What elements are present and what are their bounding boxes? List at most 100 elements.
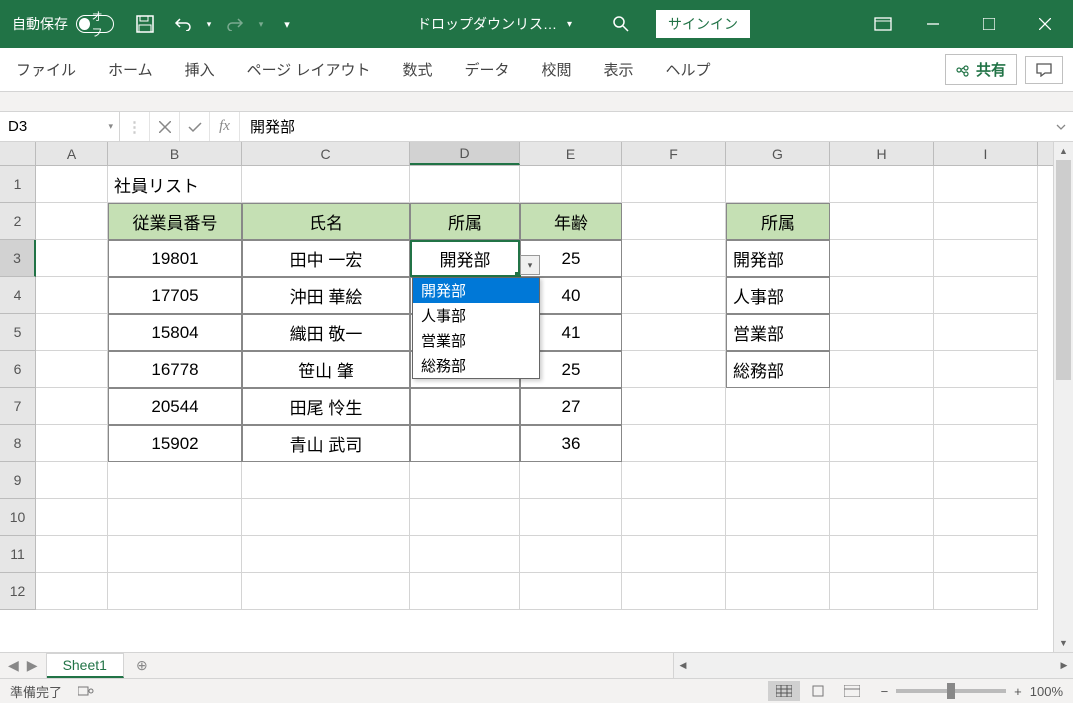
cell[interactable] <box>830 166 934 203</box>
tab-data[interactable]: データ <box>448 48 525 91</box>
cell[interactable] <box>108 499 242 536</box>
dropdown-button[interactable]: ▾ <box>520 255 540 275</box>
cell[interactable] <box>622 573 726 610</box>
cell[interactable]: 15804 <box>108 314 242 351</box>
row-header[interactable]: 5 <box>0 314 36 351</box>
cell[interactable] <box>934 277 1038 314</box>
cell[interactable] <box>934 314 1038 351</box>
zoom-knob[interactable] <box>947 683 955 699</box>
cell[interactable] <box>36 499 108 536</box>
redo-button[interactable] <box>216 17 254 31</box>
cell[interactable] <box>622 425 726 462</box>
cell[interactable] <box>36 203 108 240</box>
cell[interactable]: 27 <box>520 388 622 425</box>
cell[interactable]: 従業員番号 <box>108 203 242 240</box>
cell[interactable]: 19801 <box>108 240 242 277</box>
zoom-in-button[interactable]: + <box>1014 684 1022 699</box>
cell[interactable] <box>36 388 108 425</box>
formula-input[interactable]: 開発部 <box>240 112 1049 141</box>
dropdown-item[interactable]: 開発部 <box>413 278 539 303</box>
tab-formulas[interactable]: 数式 <box>386 48 448 91</box>
cell[interactable] <box>520 499 622 536</box>
cell[interactable] <box>36 425 108 462</box>
cell[interactable] <box>934 499 1038 536</box>
sheet-nav[interactable]: ◀ ▶ <box>0 653 47 678</box>
cell[interactable]: 開発部 <box>410 240 520 277</box>
cell[interactable] <box>36 573 108 610</box>
cell[interactable]: 15902 <box>108 425 242 462</box>
tab-view[interactable]: 表示 <box>588 48 650 91</box>
dropdown-item[interactable]: 人事部 <box>413 303 539 328</box>
cell[interactable] <box>242 573 410 610</box>
cell[interactable] <box>108 573 242 610</box>
cell[interactable] <box>36 240 108 277</box>
cell[interactable] <box>622 203 726 240</box>
cell[interactable]: 田尾 怜生 <box>242 388 410 425</box>
tab-insert[interactable]: 挿入 <box>169 48 231 91</box>
cell[interactable] <box>830 573 934 610</box>
row-header[interactable]: 9 <box>0 462 36 499</box>
vscroll-thumb[interactable] <box>1056 160 1071 380</box>
cell[interactable] <box>934 240 1038 277</box>
close-button[interactable] <box>1017 0 1073 48</box>
row-header[interactable]: 12 <box>0 573 36 610</box>
col-header-H[interactable]: H <box>830 142 934 165</box>
qat-customize[interactable]: ▾ <box>268 18 306 31</box>
cell[interactable] <box>934 425 1038 462</box>
cell[interactable] <box>726 573 830 610</box>
enter-formula-button[interactable] <box>180 112 210 141</box>
vertical-scrollbar[interactable]: ▲ ▼ <box>1053 142 1073 652</box>
col-header-E[interactable]: E <box>520 142 622 165</box>
cell[interactable] <box>242 462 410 499</box>
cell[interactable] <box>934 573 1038 610</box>
cell[interactable] <box>36 536 108 573</box>
cell[interactable] <box>242 499 410 536</box>
cell[interactable] <box>830 351 934 388</box>
dropdown-item[interactable]: 営業部 <box>413 328 539 353</box>
add-sheet-button[interactable]: ⊕ <box>124 653 160 678</box>
cell[interactable]: 16778 <box>108 351 242 388</box>
toggle-switch[interactable]: オフ <box>76 15 114 33</box>
cell[interactable]: 総務部 <box>726 351 830 388</box>
cell[interactable]: 人事部 <box>726 277 830 314</box>
cell[interactable]: 織田 敬一 <box>242 314 410 351</box>
cell[interactable] <box>410 462 520 499</box>
row-header[interactable]: 7 <box>0 388 36 425</box>
col-header-A[interactable]: A <box>36 142 108 165</box>
hscroll-track[interactable] <box>692 653 1055 678</box>
cell[interactable] <box>410 573 520 610</box>
cell[interactable] <box>36 166 108 203</box>
col-header-G[interactable]: G <box>726 142 830 165</box>
cell[interactable] <box>622 166 726 203</box>
col-header-F[interactable]: F <box>622 142 726 165</box>
cell[interactable] <box>934 462 1038 499</box>
cell[interactable] <box>622 351 726 388</box>
cell[interactable] <box>108 536 242 573</box>
row-header[interactable]: 8 <box>0 425 36 462</box>
cell[interactable]: 開発部 <box>726 240 830 277</box>
cell[interactable] <box>830 499 934 536</box>
redo-dropdown[interactable]: ▾ <box>254 19 268 30</box>
cell[interactable]: 年齢 <box>520 203 622 240</box>
signin-button[interactable]: サインイン <box>656 10 750 38</box>
cell[interactable]: 社員リスト <box>108 166 242 203</box>
cell[interactable] <box>726 166 830 203</box>
cell[interactable]: 20544 <box>108 388 242 425</box>
row-header[interactable]: 1 <box>0 166 36 203</box>
maximize-button[interactable] <box>961 0 1017 48</box>
cell[interactable]: 沖田 華絵 <box>242 277 410 314</box>
view-normal-button[interactable] <box>768 681 800 701</box>
cell[interactable] <box>622 499 726 536</box>
row-header[interactable]: 2 <box>0 203 36 240</box>
row-header[interactable]: 4 <box>0 277 36 314</box>
row-header[interactable]: 10 <box>0 499 36 536</box>
cancel-formula-button[interactable] <box>150 112 180 141</box>
name-box[interactable]: D3 <box>0 112 120 141</box>
grid[interactable]: A B C D E F G H I 1社員リスト2従業員番号氏名所属年齢所属31… <box>0 142 1053 652</box>
autosave-toggle[interactable]: 自動保存 オフ <box>0 14 126 34</box>
cell[interactable] <box>36 351 108 388</box>
cell[interactable] <box>36 314 108 351</box>
scroll-right-button[interactable]: ▶ <box>1055 653 1073 678</box>
cell[interactable] <box>934 351 1038 388</box>
cell[interactable] <box>36 277 108 314</box>
